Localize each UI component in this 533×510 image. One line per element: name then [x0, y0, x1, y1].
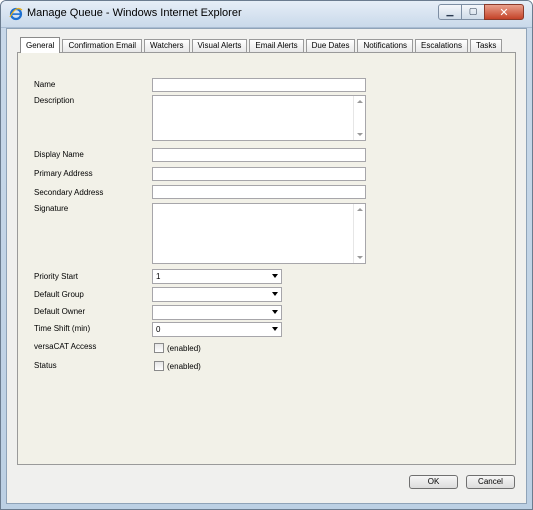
- time-shift-value: 0: [156, 325, 161, 334]
- tab-general[interactable]: General: [20, 37, 61, 53]
- tab-confirmation-email[interactable]: Confirmation Email: [62, 39, 143, 53]
- dialog-client-area: General Confirmation Email Watchers Visu…: [6, 28, 527, 504]
- primary-address-input[interactable]: [152, 167, 366, 181]
- ok-button[interactable]: OK: [409, 475, 458, 489]
- chevron-down-icon: [272, 292, 278, 296]
- default-group-label: Default Group: [34, 290, 84, 299]
- tab-visual-alerts[interactable]: Visual Alerts: [191, 39, 248, 53]
- secondary-address-input[interactable]: [152, 185, 366, 199]
- close-icon: ✕: [499, 5, 509, 19]
- chevron-down-icon: [272, 310, 278, 314]
- signature-label: Signature: [34, 204, 69, 213]
- description-textarea[interactable]: [152, 95, 366, 141]
- scroll-down-icon[interactable]: [357, 133, 363, 136]
- scroll-up-icon[interactable]: [357, 208, 363, 211]
- secondary-address-label: Secondary Address: [34, 188, 104, 197]
- window-title: Manage Queue - Windows Internet Explorer: [27, 7, 242, 19]
- default-owner-select[interactable]: [152, 305, 282, 320]
- close-button[interactable]: ✕: [484, 4, 524, 20]
- time-shift-label: Time Shift (min): [34, 324, 91, 333]
- display-name-input[interactable]: [152, 148, 366, 162]
- tab-strip: General Confirmation Email Watchers Visu…: [20, 37, 504, 53]
- minimize-button[interactable]: ▁: [438, 4, 462, 20]
- primary-address-label: Primary Address: [34, 169, 93, 178]
- versacat-enabled-label: (enabled): [167, 344, 201, 353]
- display-name-label: Display Name: [34, 150, 84, 159]
- versacat-access-checkbox[interactable]: [154, 343, 164, 353]
- priority-start-select[interactable]: 1: [152, 269, 282, 284]
- status-label: Status: [34, 361, 57, 370]
- status-enabled-label: (enabled): [167, 362, 201, 371]
- signature-scrollbar[interactable]: [353, 204, 365, 263]
- priority-start-value: 1: [156, 272, 161, 281]
- priority-start-label: Priority Start: [34, 272, 79, 281]
- maximize-icon: ▢: [468, 7, 478, 17]
- general-tab-panel: Name Description Display Name Primary Ad…: [17, 52, 516, 465]
- tab-escalations[interactable]: Escalations: [415, 39, 468, 53]
- default-group-select[interactable]: [152, 287, 282, 302]
- browser-window: Manage Queue - Windows Internet Explorer…: [0, 0, 533, 510]
- tab-notifications[interactable]: Notifications: [357, 39, 414, 53]
- scroll-up-icon[interactable]: [357, 100, 363, 103]
- minimize-icon: ▁: [446, 7, 454, 17]
- signature-textarea[interactable]: [152, 203, 366, 264]
- tab-watchers[interactable]: Watchers: [144, 39, 190, 53]
- name-input[interactable]: [152, 78, 366, 92]
- window-controls: ▁ ▢ ✕: [438, 4, 524, 20]
- cancel-button[interactable]: Cancel: [466, 475, 515, 489]
- description-scrollbar[interactable]: [353, 96, 365, 140]
- scroll-down-icon[interactable]: [357, 256, 363, 259]
- chevron-down-icon: [272, 274, 278, 278]
- name-label: Name: [34, 80, 56, 89]
- maximize-button[interactable]: ▢: [461, 4, 485, 20]
- time-shift-select[interactable]: 0: [152, 322, 282, 337]
- tab-email-alerts[interactable]: Email Alerts: [249, 39, 304, 53]
- chevron-down-icon: [272, 327, 278, 331]
- versacat-access-label: versaCAT Access: [34, 342, 97, 351]
- status-checkbox[interactable]: [154, 361, 164, 371]
- tab-tasks[interactable]: Tasks: [469, 39, 503, 53]
- tab-due-dates[interactable]: Due Dates: [305, 39, 356, 53]
- internet-explorer-icon: [9, 7, 23, 21]
- description-label: Description: [34, 96, 75, 105]
- default-owner-label: Default Owner: [34, 307, 86, 316]
- title-bar[interactable]: Manage Queue - Windows Internet Explorer…: [1, 1, 532, 28]
